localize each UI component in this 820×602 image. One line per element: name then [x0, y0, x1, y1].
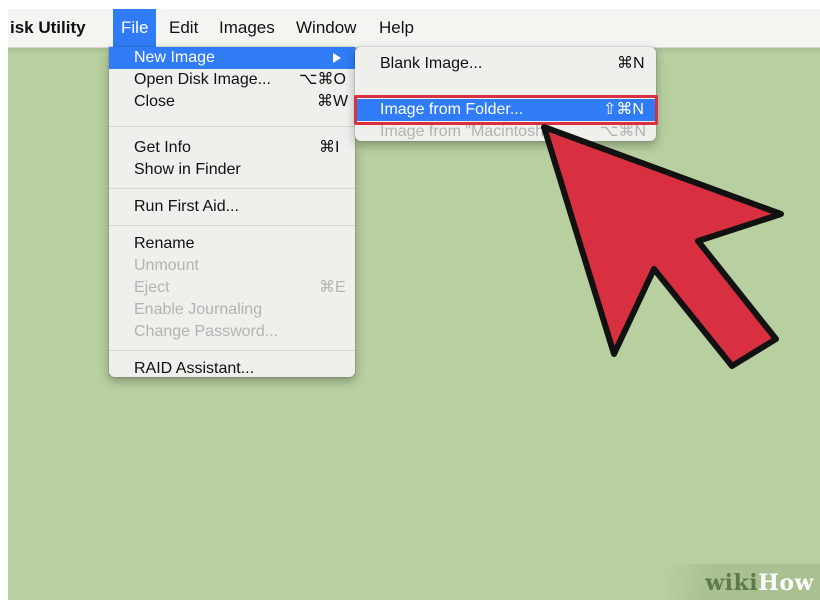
pointer-arrow-icon [541, 124, 784, 369]
watermark-wiki: wiki [705, 570, 759, 596]
wikihow-watermark: wikiHow [668, 564, 820, 600]
screenshot-frame: isk Utility File Edit Images Window Help… [8, 9, 820, 600]
watermark-how: How [758, 570, 814, 596]
wikihow-logo: wikiHow [705, 570, 814, 596]
